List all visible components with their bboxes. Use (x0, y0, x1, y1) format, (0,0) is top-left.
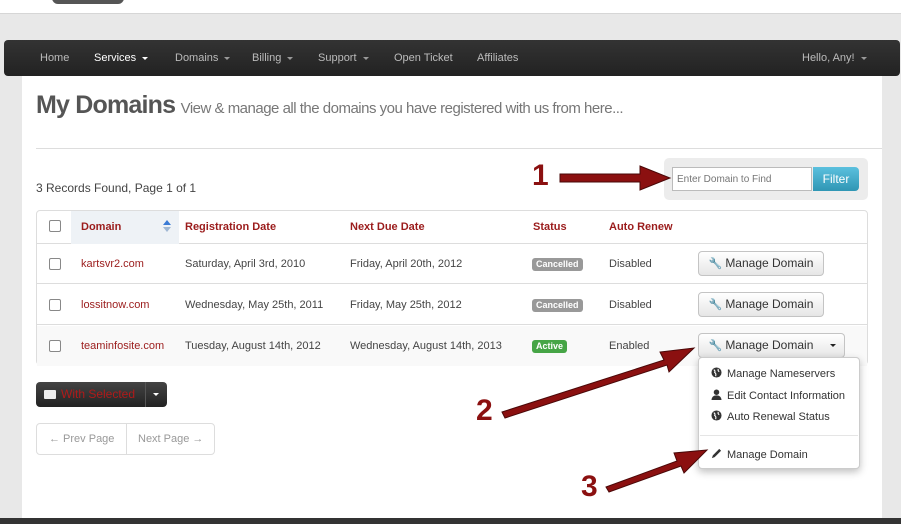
annotation-number-1: 1 (532, 159, 549, 192)
annotation-number-3: 3 (581, 470, 598, 503)
arrow-1 (559, 165, 672, 191)
tutorial-annotation-arrows (501, 165, 709, 493)
annotation-number-2: 2 (476, 394, 493, 427)
arrow-2 (501, 347, 696, 419)
arrow-3 (605, 449, 709, 493)
